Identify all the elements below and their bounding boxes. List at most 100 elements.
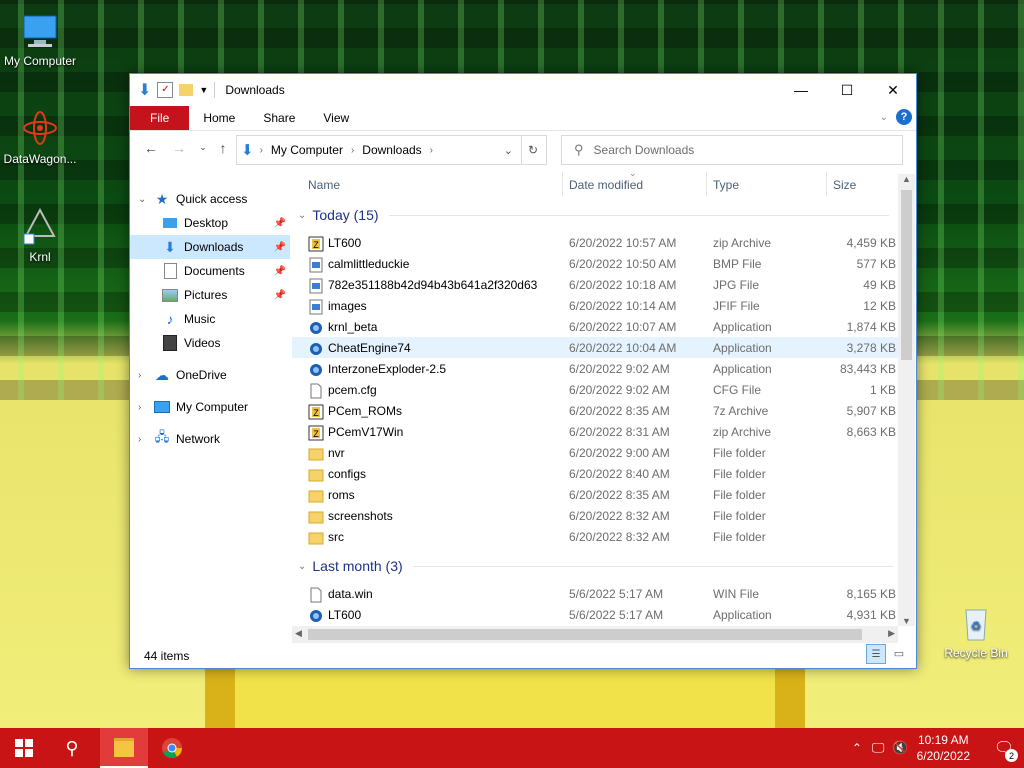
customize-qat-icon[interactable]: ▼: [199, 85, 208, 95]
tab-home[interactable]: Home: [189, 106, 249, 130]
desktop-icon-recycle-bin[interactable]: ♻ Recycle Bin: [944, 602, 1008, 660]
table-row[interactable]: pcem.cfg 6/20/2022 9:02 AM CFG File 1 KB: [292, 379, 900, 400]
pin-icon[interactable]: 📌: [274, 266, 286, 277]
breadcrumb-my-computer[interactable]: My Computer: [271, 143, 343, 157]
search-input[interactable]: ⚲ Search Downloads: [561, 135, 903, 165]
desktop-icon-datawagon[interactable]: DataWagon...: [0, 108, 80, 166]
horizontal-scroll-thumb[interactable]: [308, 629, 862, 640]
nav-item-downloads[interactable]: ⬇ Downloads 📌: [130, 235, 290, 259]
desktop-icon-my-computer[interactable]: My Computer: [0, 10, 80, 68]
breadcrumb-sep-icon[interactable]: ›: [351, 145, 354, 156]
nav-item-onedrive[interactable]: › ☁ OneDrive: [130, 363, 290, 387]
network-status-icon[interactable]: 🖵: [872, 740, 885, 756]
new-folder-icon[interactable]: [179, 84, 194, 96]
vertical-scroll-thumb[interactable]: [901, 190, 912, 360]
table-row[interactable]: LT600 5/6/2022 5:17 AM Application 4,931 KB: [292, 604, 900, 625]
column-date[interactable]: Date modified: [569, 178, 643, 192]
collapse-chevron-icon[interactable]: ⌄: [298, 210, 306, 221]
collapse-chevron-icon[interactable]: ⌄: [138, 194, 146, 205]
address-history-icon[interactable]: ⌄: [504, 144, 513, 157]
volume-muted-icon[interactable]: 🔇: [892, 740, 908, 756]
breadcrumb-sep-icon[interactable]: ›: [260, 145, 263, 156]
qat-divider: [214, 82, 216, 98]
taskbar-file-explorer[interactable]: [100, 728, 148, 768]
nav-item-pictures[interactable]: Pictures 📌: [130, 283, 290, 307]
app-file-icon: [308, 362, 324, 378]
table-row[interactable]: Z PCem_ROMs 6/20/2022 8:35 AM 7z Archive 5,9…: [292, 400, 900, 421]
nav-item-quick-access[interactable]: ⌄ ★ Quick access: [130, 187, 290, 211]
desktop-icon: [162, 215, 178, 231]
start-button[interactable]: [0, 728, 48, 768]
action-center-button[interactable]: 🗨 2: [984, 728, 1024, 768]
horizontal-scrollbar[interactable]: ◀ ▶: [292, 626, 898, 643]
nav-item-desktop[interactable]: Desktop 📌: [130, 211, 290, 235]
table-row[interactable]: roms 6/20/2022 8:35 AM File folder: [292, 484, 900, 505]
forward-icon[interactable]: →: [166, 140, 192, 156]
tab-view[interactable]: View: [309, 106, 363, 130]
table-row[interactable]: screenshots 6/20/2022 8:32 AM File folder: [292, 505, 900, 526]
table-row[interactable]: calmlittleduckie 6/20/2022 10:50 AM BMP Fi…: [292, 253, 900, 274]
expand-ribbon-icon[interactable]: ⌄: [880, 112, 888, 123]
file-type: zip Archive: [713, 236, 772, 250]
column-divider[interactable]: [826, 172, 827, 196]
clock[interactable]: 10:19 AM 6/20/2022: [917, 732, 970, 764]
maximize-button[interactable]: ☐: [824, 74, 870, 106]
search-button[interactable]: ⚲: [48, 728, 96, 768]
group-header[interactable]: ⌄ Last month (3): [298, 555, 893, 577]
collapse-chevron-icon[interactable]: ⌄: [298, 561, 306, 572]
show-hidden-icons-icon[interactable]: ⌃: [852, 741, 862, 755]
pin-icon[interactable]: 📌: [274, 242, 286, 253]
column-divider[interactable]: [706, 172, 707, 196]
tab-share[interactable]: Share: [249, 106, 309, 130]
table-row[interactable]: InterzoneExploder-2.5 6/20/2022 9:02 AM Ap…: [292, 358, 900, 379]
close-button[interactable]: ✕: [870, 74, 916, 106]
vertical-scrollbar[interactable]: ▲ ▼: [898, 174, 915, 626]
pin-icon[interactable]: 📌: [274, 290, 286, 301]
back-icon[interactable]: ←: [138, 140, 164, 156]
breadcrumb-sep-icon[interactable]: ›: [430, 145, 433, 156]
scroll-left-icon[interactable]: ◀: [295, 628, 302, 639]
scroll-right-icon[interactable]: ▶: [888, 628, 895, 639]
breadcrumb-downloads[interactable]: Downloads: [362, 143, 421, 157]
scroll-down-icon[interactable]: ▼: [902, 616, 911, 626]
tab-file[interactable]: File: [130, 106, 190, 130]
help-icon[interactable]: ?: [896, 109, 912, 125]
table-row[interactable]: Z PCemV17Win 6/20/2022 8:31 AM zip Archive 8…: [292, 421, 900, 442]
group-header[interactable]: ⌄ Today (15): [298, 204, 889, 226]
address-bar[interactable]: ⬇ › My Computer › Downloads › ⌄: [236, 135, 522, 165]
table-row[interactable]: CheatEngine74 6/20/2022 10:04 AM Applicati…: [292, 337, 900, 358]
nav-item-network[interactable]: › 🖧 Network: [130, 427, 290, 451]
column-type[interactable]: Type: [713, 178, 739, 192]
table-row[interactable]: images 6/20/2022 10:14 AM JFIF File 12 KB: [292, 295, 900, 316]
large-icons-view-icon[interactable]: ▭: [890, 644, 908, 662]
expand-chevron-icon[interactable]: ›: [138, 434, 141, 445]
column-divider[interactable]: [562, 172, 563, 196]
scroll-up-icon[interactable]: ▲: [902, 174, 911, 184]
details-view-icon[interactable]: ☰: [866, 644, 886, 664]
nav-item-videos[interactable]: Videos: [130, 331, 290, 355]
nav-item-my-computer[interactable]: › My Computer: [130, 395, 290, 419]
table-row[interactable]: nvr 6/20/2022 9:00 AM File folder: [292, 442, 900, 463]
column-name[interactable]: Name: [308, 178, 340, 192]
nav-item-music[interactable]: ♪ Music: [130, 307, 290, 331]
expand-chevron-icon[interactable]: ›: [138, 370, 141, 381]
expand-chevron-icon[interactable]: ›: [138, 402, 141, 413]
column-size[interactable]: Size: [833, 178, 856, 192]
properties-icon[interactable]: ✓: [157, 82, 174, 98]
table-row[interactable]: configs 6/20/2022 8:40 AM File folder: [292, 463, 900, 484]
pin-icon[interactable]: 📌: [274, 218, 286, 229]
title-bar[interactable]: ⬇ ✓ ▼ Downloads — ☐ ✕: [130, 74, 916, 106]
table-row[interactable]: src 6/20/2022 8:32 AM File folder: [292, 526, 900, 547]
taskbar-chrome[interactable]: [148, 728, 196, 768]
refresh-button[interactable]: ↻: [520, 135, 547, 165]
table-row[interactable]: Z LT600 6/20/2022 10:57 AM zip Archive 4,459…: [292, 232, 900, 253]
nav-item-documents[interactable]: Documents 📌: [130, 259, 290, 283]
table-row[interactable]: krnl_beta 6/20/2022 10:07 AM Application 1,…: [292, 316, 900, 337]
up-icon[interactable]: ↑: [210, 140, 236, 156]
file-date: 5/6/2022 5:17 AM: [569, 608, 664, 622]
table-row[interactable]: data.win 5/6/2022 5:17 AM WIN File 8,165 KB: [292, 583, 900, 604]
file-name: LT600: [328, 608, 362, 622]
table-row[interactable]: 782e351188b42d94b43b641a2f320d63 6/20/202…: [292, 274, 900, 295]
minimize-button[interactable]: —: [778, 74, 824, 106]
desktop-icon-krnl[interactable]: Krnl: [0, 206, 80, 264]
